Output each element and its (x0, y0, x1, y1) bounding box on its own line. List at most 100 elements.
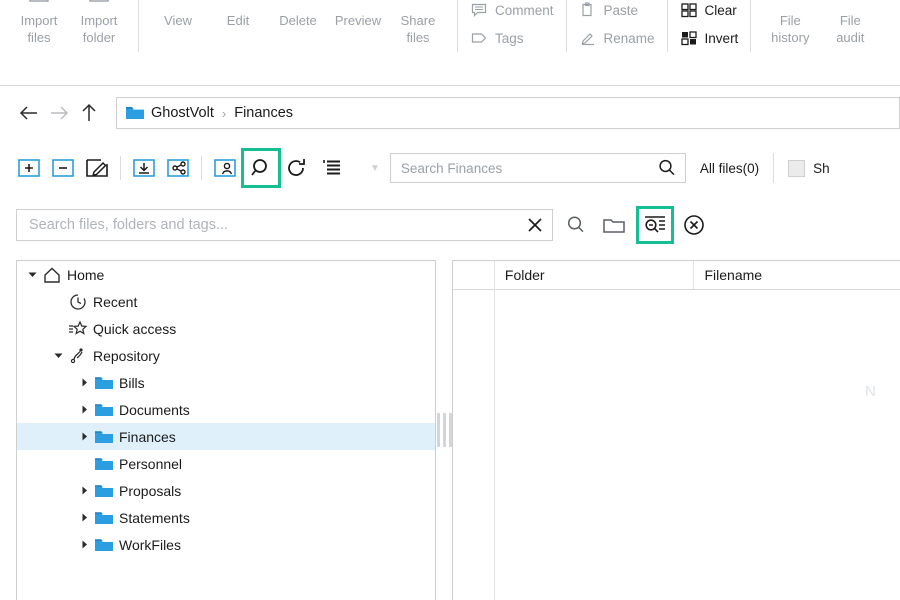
folder-icon (93, 482, 115, 500)
rename-folder-button[interactable] (82, 153, 112, 183)
rename-button[interactable]: Rename (576, 24, 658, 52)
import-folder-label-1: Import (80, 13, 118, 28)
splitter-grip-icon (436, 413, 452, 447)
paste-button[interactable]: Paste (576, 0, 642, 24)
tree-node-bills[interactable]: Bills (17, 369, 435, 396)
tree-expander-down-icon[interactable] (49, 347, 67, 365)
file-history-label-2: history (771, 30, 810, 45)
paste-label: Paste (603, 2, 639, 18)
tree-node-finances[interactable]: Finances (17, 423, 435, 450)
column-header-select[interactable] (453, 261, 495, 289)
breadcrumb-bar: GhostVolt › Finances (0, 87, 900, 139)
tree-node-documents[interactable]: Documents (17, 396, 435, 423)
column-header-folder[interactable]: Folder (495, 261, 695, 289)
share-folder-button[interactable] (163, 153, 193, 183)
tag-icon (470, 29, 488, 47)
folder-icon (125, 105, 145, 121)
file-history-icon (777, 0, 803, 12)
tree-expander-placeholder (49, 293, 67, 311)
tags-button[interactable]: Tags (467, 24, 527, 52)
import-folder-button[interactable]: Import folder (69, 0, 129, 46)
tree-expander-right-icon[interactable] (75, 401, 93, 419)
close-search-button[interactable] (679, 210, 709, 240)
toolbar-overflow-caret[interactable]: ▼ (370, 163, 380, 174)
view-icon (165, 0, 191, 12)
invert-selection-button[interactable]: Invert (677, 24, 742, 52)
edit-label: Edit (226, 13, 250, 28)
tree-expander-right-icon[interactable] (75, 374, 93, 392)
forward-arrow-icon[interactable] (44, 98, 74, 128)
folder-options-button[interactable] (316, 153, 346, 183)
breadcrumb-path[interactable]: GhostVolt › Finances (116, 97, 900, 129)
view-button[interactable]: View (148, 0, 208, 29)
close-x-icon[interactable] (518, 210, 552, 240)
folder-tree-panel[interactable]: Home Recent Quick access Repository Bills Doc… (16, 260, 436, 600)
tree-expander-right-icon[interactable] (75, 509, 93, 527)
up-arrow-icon[interactable] (74, 98, 104, 128)
magnifier-icon[interactable] (657, 158, 677, 178)
all-files-count[interactable]: All files(0) (700, 161, 759, 176)
tree-node-workfiles[interactable]: WorkFiles (17, 531, 435, 558)
tree-expander-down-icon[interactable] (23, 266, 41, 284)
tree-node-label: Finances (119, 428, 176, 445)
home-icon (41, 266, 63, 284)
tree-node-statements[interactable]: Statements (17, 504, 435, 531)
folder-permissions-button[interactable] (210, 153, 240, 183)
panel-splitter[interactable] (436, 260, 452, 600)
clear-selection-icon (680, 1, 698, 19)
back-arrow-icon[interactable] (14, 98, 44, 128)
folder-search-box[interactable] (389, 153, 686, 183)
breadcrumb-current[interactable]: Finances (234, 105, 293, 121)
show-checkbox[interactable] (788, 159, 806, 177)
edit-button[interactable]: Edit (208, 0, 268, 29)
file-list-panel[interactable]: Folder Filename N (452, 260, 900, 600)
tree-node-label: Documents (119, 401, 190, 418)
delete-icon (285, 0, 311, 12)
remove-folder-button[interactable] (48, 153, 78, 183)
column-header-filename[interactable]: Filename (694, 261, 900, 289)
import-files-icon (26, 0, 52, 12)
delete-button[interactable]: Delete (268, 0, 328, 29)
add-folder-button[interactable] (14, 153, 44, 183)
global-search-input[interactable] (27, 216, 518, 234)
share-files-icon (405, 0, 431, 12)
preview-button[interactable]: Preview (328, 0, 388, 29)
folder-icon (93, 401, 115, 419)
download-folder-button[interactable] (129, 153, 159, 183)
folder-icon (93, 536, 115, 554)
file-history-label-1: File (779, 13, 801, 28)
run-search-button[interactable] (561, 210, 591, 240)
tree-node-home[interactable]: Home (17, 261, 435, 288)
star-dash-icon (67, 320, 89, 338)
search-filter-bar (0, 198, 900, 252)
ghostvolt-window: Import files Import folder View Edit Del… (0, 0, 900, 600)
tree-expander-right-icon[interactable] (75, 536, 93, 554)
clear-selection-button[interactable]: Clear (677, 0, 740, 24)
invert-selection-label: Invert (704, 30, 739, 46)
search-button[interactable] (241, 148, 281, 188)
tree-expander-right-icon[interactable] (75, 482, 93, 500)
breadcrumb-root[interactable]: GhostVolt (151, 105, 214, 121)
import-files-button[interactable]: Import files (9, 0, 69, 46)
tree-node-personnel[interactable]: Personnel (17, 450, 435, 477)
comment-button[interactable]: Comment (467, 0, 557, 24)
ribbon-group-selection: Clear Invert (668, 0, 751, 60)
file-history-button[interactable]: File history (760, 0, 820, 46)
share-files-button[interactable]: Share files (388, 0, 448, 46)
search-in-folder-button[interactable] (599, 210, 629, 240)
file-list-header: Folder Filename (453, 261, 900, 290)
folder-search-input[interactable] (398, 159, 657, 177)
tree-node-proposals[interactable]: Proposals (17, 477, 435, 504)
share-files-label-1: Share (400, 13, 436, 28)
search-results-view-button[interactable] (636, 206, 674, 244)
global-search-box[interactable] (16, 209, 553, 241)
file-audit-button[interactable]: File audit (820, 0, 880, 46)
clock-icon (67, 293, 89, 311)
preview-icon (345, 0, 371, 12)
tree-node-repository[interactable]: Repository (17, 342, 435, 369)
tree-node-quick-access[interactable]: Quick access (17, 315, 435, 342)
tags-label: Tags (495, 30, 524, 46)
tree-node-recent[interactable]: Recent (17, 288, 435, 315)
tree-expander-right-icon[interactable] (75, 428, 93, 446)
refresh-button[interactable] (282, 153, 312, 183)
